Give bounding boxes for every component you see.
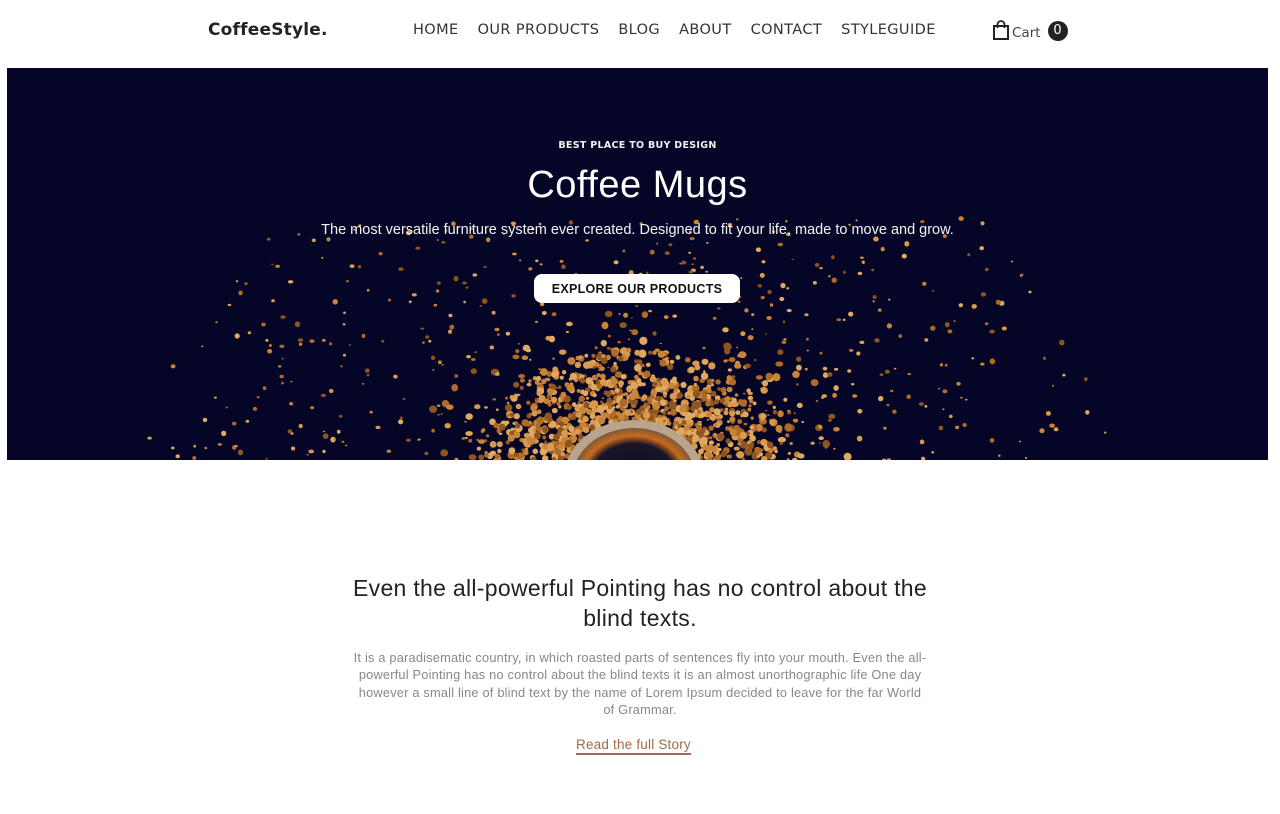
hero-eyebrow: BEST PLACE TO BUY DESIGN	[558, 140, 717, 151]
hero-title: Coffee Mugs	[527, 164, 748, 206]
story-body: It is a paradisematic country, in which …	[353, 650, 927, 718]
story-heading: Even the all-powerful Pointing has no co…	[353, 575, 927, 631]
nav-styleguide[interactable]: STYLEGUIDE	[841, 22, 936, 38]
main-nav: HOME OUR PRODUCTS BLOG ABOUT CONTACT STY…	[413, 22, 936, 38]
brand-logo[interactable]: CoffeeStyle.	[208, 20, 328, 40]
cart-button[interactable]: Cart 0	[992, 20, 1068, 41]
nav-about[interactable]: ABOUT	[679, 22, 732, 38]
cart-count-badge: 0	[1047, 21, 1068, 41]
nav-contact[interactable]: CONTACT	[751, 22, 823, 38]
hero-banner: BEST PLACE TO BUY DESIGN Coffee Mugs The…	[7, 68, 1268, 460]
nav-blog[interactable]: BLOG	[618, 22, 660, 38]
hero-subtitle: The most versatile furniture system ever…	[321, 222, 954, 238]
explore-products-button[interactable]: EXPLORE OUR PRODUCTS	[534, 274, 740, 303]
site-header: CoffeeStyle. HOME OUR PRODUCTS BLOG ABOU…	[0, 0, 1280, 66]
cart-label: Cart	[1012, 25, 1041, 41]
coffee-grounds-illustration	[147, 216, 1107, 460]
nav-home[interactable]: HOME	[413, 22, 459, 38]
shopping-bag-icon	[993, 20, 1009, 40]
nav-our-products[interactable]: OUR PRODUCTS	[478, 22, 600, 38]
read-story-link[interactable]: Read the full Story	[576, 737, 691, 755]
